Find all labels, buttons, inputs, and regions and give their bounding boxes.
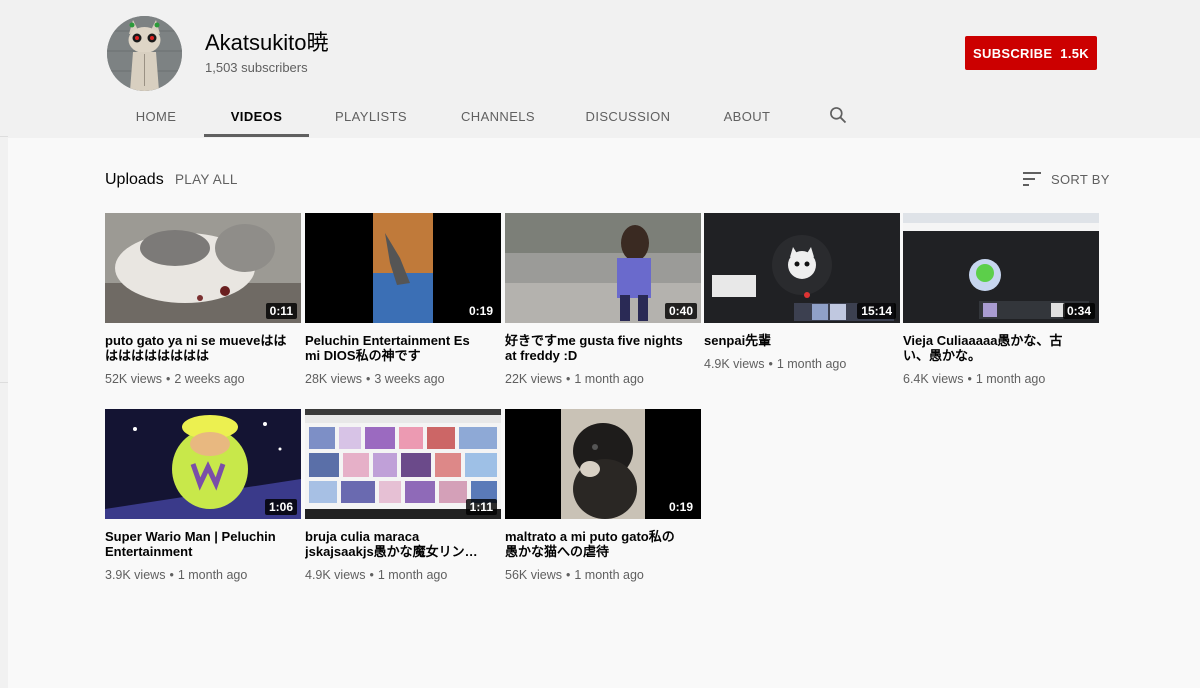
subscribe-label: SUBSCRIBE (973, 45, 1053, 61)
sort-by-label: SORT BY (1051, 171, 1110, 187)
video-card[interactable]: 0:11 puto gato ya ni se mueveはははははははははは … (105, 213, 301, 386)
meta-separator: • (565, 568, 571, 582)
video-meta: 56K views • 1 month ago (505, 568, 701, 582)
meta-separator: • (768, 357, 773, 371)
channel-name[interactable]: Akatsukito暁 (205, 30, 329, 56)
video-thumbnail[interactable]: 0:40 (505, 213, 701, 323)
view-count: 52K views (105, 372, 162, 386)
video-thumbnail[interactable]: 1:11 (305, 409, 501, 519)
tab-playlists[interactable]: PLAYLISTS (325, 100, 417, 136)
upload-age: 1 month ago (574, 568, 644, 582)
video-title[interactable]: Peluchin Entertainment Es mi DIOS私の神です (305, 333, 501, 363)
video-meta: 22K views • 1 month ago (505, 372, 701, 386)
subscribe-button[interactable]: SUBSCRIBE 1.5K (965, 36, 1097, 70)
video-duration: 0:19 (464, 303, 497, 319)
divider (0, 136, 8, 137)
video-title[interactable]: senpai先輩 (704, 333, 900, 348)
subscribe-count: 1.5K (1060, 45, 1089, 61)
video-duration: 0:19 (664, 499, 697, 515)
left-edge-strip (0, 136, 8, 688)
tab-home[interactable]: HOME (120, 100, 192, 136)
video-card[interactable]: 0:19 maltrato a mi puto gato私の愚かな猫への虐待 5… (505, 409, 701, 582)
meta-separator: • (369, 568, 374, 582)
view-count: 4.9K views (704, 357, 765, 371)
meta-separator: • (165, 372, 171, 386)
video-meta: 6.4K views • 1 month ago (903, 372, 1099, 386)
video-duration: 0:40 (664, 303, 697, 319)
meta-separator: • (365, 372, 371, 386)
video-title[interactable]: 好きですme gusta five nights at freddy :D (505, 333, 701, 363)
view-count: 6.4K views (903, 372, 964, 386)
sort-by-button[interactable]: SORT BY (1022, 170, 1110, 188)
channel-avatar[interactable] (107, 16, 182, 91)
video-meta: 3.9K views • 1 month ago (105, 568, 301, 582)
video-title[interactable]: puto gato ya ni se mueveはははははははははは (105, 333, 301, 363)
view-count: 28K views (305, 372, 362, 386)
video-card[interactable]: 0:40 好きですme gusta five nights at freddy … (505, 213, 701, 386)
video-duration: 15:14 (857, 303, 896, 319)
search-icon[interactable] (828, 105, 848, 125)
tab-about[interactable]: ABOUT (712, 100, 782, 136)
tab-discussion[interactable]: DISCUSSION (578, 100, 678, 136)
video-thumbnail[interactable]: 1:06 (105, 409, 301, 519)
view-count: 22K views (505, 372, 562, 386)
video-meta: 4.9K views • 1 month ago (704, 357, 900, 371)
video-card[interactable]: 0:34 Vieja Culiaaaaa愚かな、古い、愚かな。 6.4K vie… (903, 213, 1099, 386)
upload-age: 1 month ago (177, 568, 248, 582)
video-title[interactable]: maltrato a mi puto gato私の愚かな猫への虐待 (505, 529, 701, 559)
upload-age: 2 weeks ago (174, 372, 245, 386)
video-meta: 52K views • 2 weeks ago (105, 372, 301, 386)
video-card[interactable]: 15:14 senpai先輩 4.9K views • 1 month ago (704, 213, 900, 371)
video-duration: 1:11 (465, 499, 497, 515)
meta-separator: • (967, 372, 972, 386)
video-thumbnail[interactable]: 0:19 (305, 213, 501, 323)
video-thumbnail[interactable]: 0:11 (105, 213, 301, 323)
upload-age: 1 month ago (574, 372, 644, 386)
video-meta: 4.9K views • 1 month ago (305, 568, 501, 582)
upload-age: 1 month ago (776, 357, 847, 371)
upload-age: 3 weeks ago (374, 372, 445, 386)
avatar-image (107, 16, 182, 91)
video-card[interactable]: 0:19 Peluchin Entertainment Es mi DIOS私の… (305, 213, 501, 386)
play-all-button[interactable]: PLAY ALL (175, 172, 238, 187)
meta-separator: • (169, 568, 174, 582)
divider (0, 382, 8, 383)
subscriber-count: 1,503 subscribers (205, 60, 308, 75)
video-thumbnail[interactable]: 0:34 (903, 213, 1099, 323)
video-card[interactable]: 1:11 bruja culia maraca jskajsaakjs愚かな魔女… (305, 409, 501, 582)
tab-channels[interactable]: CHANNELS (450, 100, 546, 136)
video-duration: 0:11 (265, 303, 297, 319)
video-thumbnail[interactable]: 0:19 (505, 409, 701, 519)
video-duration: 1:06 (264, 499, 297, 515)
video-thumbnail[interactable]: 15:14 (704, 213, 900, 323)
section-title: Uploads (105, 171, 164, 188)
video-card[interactable]: 1:06 Super Wario Man | Peluchin Entertai… (105, 409, 301, 582)
view-count: 56K views (505, 568, 562, 582)
video-meta: 28K views • 3 weeks ago (305, 372, 501, 386)
video-title[interactable]: Vieja Culiaaaaa愚かな、古い、愚かな。 (903, 333, 1099, 363)
view-count: 4.9K views (305, 568, 366, 582)
video-title[interactable]: bruja culia maraca jskajsaakjs愚かな魔女リン… (305, 529, 501, 559)
tab-videos[interactable]: VIDEOS (204, 100, 309, 137)
upload-age: 1 month ago (377, 568, 448, 582)
video-duration: 0:34 (1062, 303, 1095, 319)
meta-separator: • (565, 372, 571, 386)
sort-icon (1023, 172, 1041, 186)
video-title[interactable]: Super Wario Man | Peluchin Entertainment (105, 529, 301, 559)
view-count: 3.9K views (105, 568, 166, 582)
upload-age: 1 month ago (975, 372, 1046, 386)
